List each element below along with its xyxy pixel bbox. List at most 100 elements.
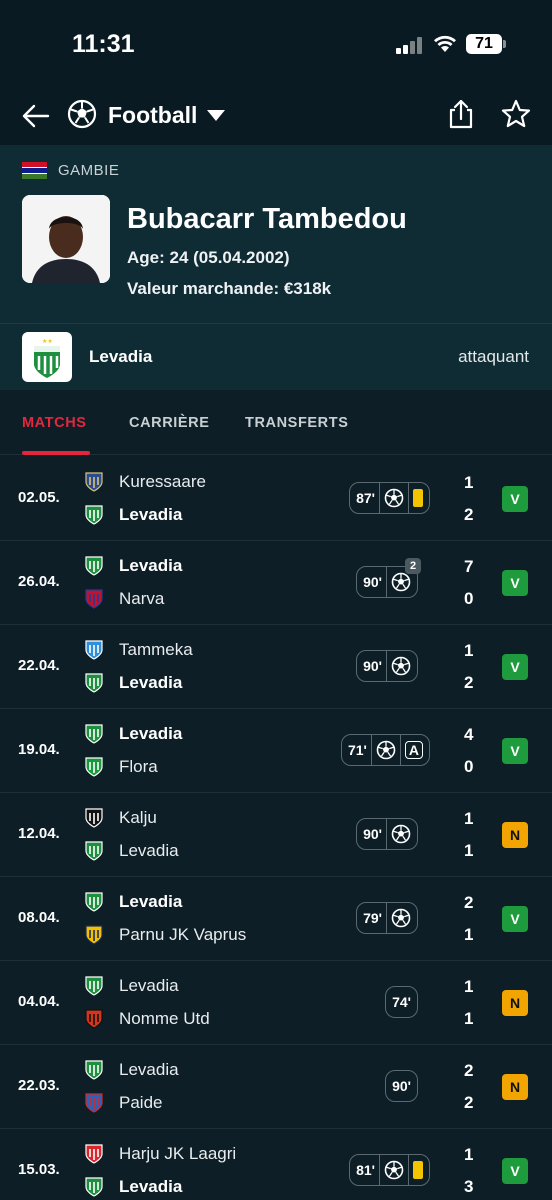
away-score: 2 — [464, 673, 474, 692]
match-date: 02.05. — [18, 489, 60, 506]
share-icon[interactable] — [446, 98, 476, 130]
battery-tip — [503, 40, 506, 48]
result-badge: V — [502, 906, 528, 932]
nomme-crest-icon — [83, 1007, 105, 1029]
match-row[interactable]: 15.03. Harju JK Laagri Levadia 81' 1 3 V — [0, 1129, 552, 1200]
home-team-name: Levadia — [119, 556, 183, 575]
pill-divider — [386, 902, 387, 934]
battery-indicator: 71 — [466, 34, 502, 54]
away-team-name: Parnu JK Vaprus — [119, 925, 247, 944]
minutes-played: 81' — [356, 1162, 375, 1178]
goal-ball-icon — [391, 824, 411, 844]
levadia-crest-icon[interactable]: ★★ — [22, 332, 72, 382]
match-row[interactable]: 26.04. Levadia Narva 90' 2 7 0 V — [0, 541, 552, 625]
flora-crest-icon — [83, 755, 105, 777]
sport-title[interactable]: Football — [108, 102, 197, 129]
performance-pill: 74' — [385, 986, 418, 1018]
away-score: 1 — [464, 841, 474, 860]
kalju-crest-icon — [83, 806, 105, 828]
match-row[interactable]: 04.04. Levadia Nomme Utd 74' 1 1 N — [0, 961, 552, 1045]
status-time: 11:31 — [72, 30, 135, 58]
player-age: Age: 24 (05.04.2002) — [127, 248, 290, 267]
levadia-crest-icon — [83, 974, 105, 996]
home-team-name: Kalju — [119, 808, 157, 827]
match-row[interactable]: 02.05. Kuressaare Levadia 87' 1 2 V — [0, 457, 552, 541]
minutes-played: 71' — [347, 742, 367, 758]
match-row[interactable]: 19.04. Levadia Flora 71' A 4 0 V — [0, 709, 552, 793]
home-score: 2 — [464, 893, 474, 912]
away-team-name: Paide — [119, 1093, 163, 1112]
home-team-name: Levadia — [119, 1060, 179, 1079]
match-date: 22.04. — [18, 657, 60, 674]
match-list: 02.05. Kuressaare Levadia 87' 1 2 V 26.04. Levad… — [0, 457, 552, 1200]
result-badge: V — [502, 486, 528, 512]
home-team-name: Levadia — [119, 724, 183, 743]
home-score: 2 — [464, 1061, 474, 1080]
levadia-crest-icon — [83, 890, 105, 912]
tab-transferts[interactable]: TRANSFERTS — [245, 415, 348, 431]
goals-count-badge: 2 — [405, 558, 421, 574]
levadia-crest-icon — [83, 1058, 105, 1080]
pill-divider — [408, 1154, 409, 1186]
away-team-name: Flora — [119, 757, 158, 776]
player-position: attaquant — [458, 347, 529, 366]
home-score: 7 — [464, 557, 474, 576]
top-navigation: Football — [0, 90, 552, 145]
goal-ball-icon — [376, 740, 396, 760]
player-country: GAMBIE — [58, 162, 120, 179]
performance-pill: 81' — [349, 1154, 430, 1186]
paide-crest-icon — [83, 1091, 105, 1113]
favorite-star-icon[interactable] — [500, 98, 532, 130]
levadia-crest-icon — [83, 1175, 105, 1197]
match-date: 26.04. — [18, 573, 60, 590]
player-name: Bubacarr Tambedou — [127, 203, 407, 235]
match-row[interactable]: 08.04. Levadia Parnu JK Vaprus 79' 2 1 V — [0, 877, 552, 961]
back-arrow-icon[interactable] — [20, 100, 52, 132]
match-date: 12.04. — [18, 825, 60, 842]
goal-ball-icon — [391, 656, 411, 676]
player-header: GAMBIE Bubacarr Tambedou Age: 24 (05.04.… — [0, 145, 552, 390]
result-badge: V — [502, 1158, 528, 1184]
match-date: 19.04. — [18, 741, 60, 758]
home-team-name: Levadia — [119, 976, 179, 995]
active-tab-indicator — [22, 451, 90, 455]
away-score: 3 — [464, 1177, 474, 1196]
home-team-name: Levadia — [119, 892, 183, 911]
kuressaare-crest-icon — [83, 470, 105, 492]
performance-pill: 79' — [356, 902, 418, 934]
result-badge: V — [502, 654, 528, 680]
tab-carriere[interactable]: CARRIÈRE — [129, 415, 210, 431]
pill-divider — [386, 818, 387, 850]
laagri-crest-icon — [83, 1142, 105, 1164]
football-icon[interactable] — [67, 99, 97, 129]
tammeka-crest-icon — [83, 638, 105, 660]
home-team-name: Harju JK Laagri — [119, 1144, 237, 1163]
pill-divider — [379, 1154, 380, 1186]
result-badge: N — [502, 990, 528, 1016]
performance-pill: 90' — [385, 1070, 418, 1102]
match-date: 08.04. — [18, 909, 60, 926]
away-team-name: Levadia — [119, 673, 183, 692]
levadia-crest-icon — [83, 722, 105, 744]
chevron-down-icon[interactable] — [207, 110, 225, 121]
away-team-name: Narva — [119, 589, 165, 608]
gambia-flag-icon — [22, 162, 47, 179]
result-badge: N — [502, 822, 528, 848]
levadia-crest-icon — [83, 503, 105, 525]
minutes-played: 90' — [392, 1078, 411, 1094]
performance-pill: 90' — [356, 818, 418, 850]
current-club-name[interactable]: Levadia — [89, 347, 152, 367]
narva-crest-icon — [83, 587, 105, 609]
goal-ball-icon — [384, 1160, 404, 1180]
away-team-name: Levadia — [119, 841, 179, 860]
home-score: 1 — [464, 1145, 474, 1164]
match-date: 15.03. — [18, 1161, 60, 1178]
svg-text:★★: ★★ — [42, 338, 53, 345]
wifi-icon — [434, 35, 456, 52]
match-row[interactable]: 12.04. Kalju Levadia 90' 1 1 N — [0, 793, 552, 877]
home-team-name: Kuressaare — [119, 472, 206, 491]
home-score: 1 — [464, 473, 474, 492]
tab-matchs[interactable]: MATCHS — [22, 415, 87, 431]
match-row[interactable]: 22.04. Tammeka Levadia 90' 1 2 V — [0, 625, 552, 709]
match-row[interactable]: 22.03. Levadia Paide 90' 2 2 N — [0, 1045, 552, 1129]
